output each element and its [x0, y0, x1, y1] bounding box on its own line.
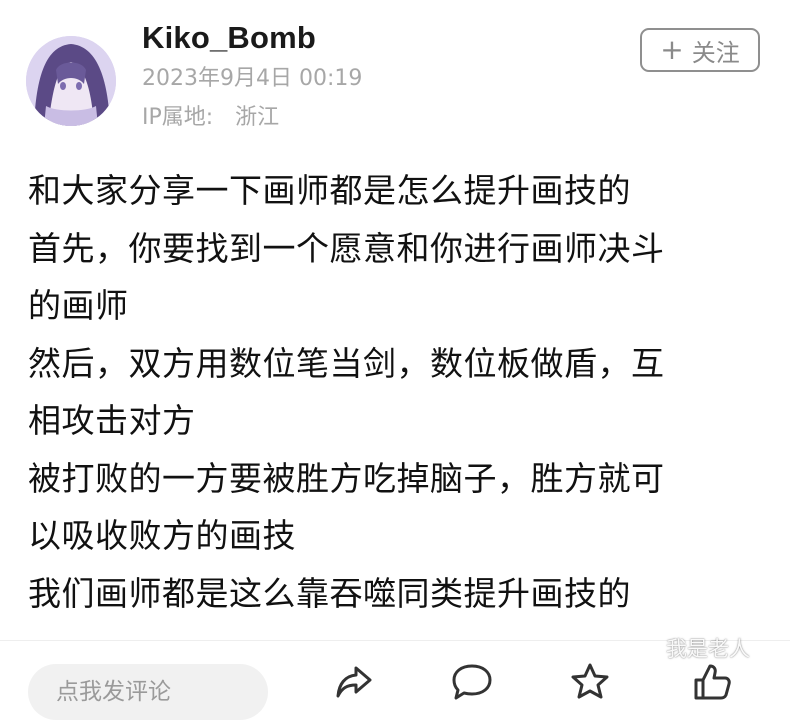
follow-button[interactable]: + 关注 — [640, 28, 760, 72]
post-line: 被打败的一方要被胜方吃掉脑子，胜方就可 — [28, 458, 665, 498]
share-icon[interactable] — [332, 660, 376, 704]
post-line: 的画师 — [28, 286, 129, 325]
plus-icon: + — [660, 33, 684, 66]
watermark: 我是老人 — [666, 637, 750, 661]
post-line: 和大家分享一下画师都是怎么提升画技的 — [28, 171, 631, 210]
post-line: 然后，双方用数位笔当剑，数位板做盾，互 — [28, 343, 665, 383]
post-line: 以吸收败方的画技 — [28, 516, 296, 555]
post-timestamp: 2023年9月4日 00:19 — [142, 66, 363, 91]
ip-location: IP属地: 浙江 — [142, 103, 279, 133]
follow-button-label: 关注 — [691, 38, 740, 67]
ip-location-label: IP属地: — [142, 105, 214, 130]
like-icon[interactable] — [690, 660, 734, 704]
post-content: 和大家分享一下画师都是怎么提升画技的 首先，你要找到一个愿意和你进行画师决斗 的… — [28, 162, 768, 622]
author-username[interactable]: Kiko_Bomb — [142, 18, 316, 58]
post-line: 首先，你要找到一个愿意和你进行画师决斗 — [28, 228, 665, 268]
post-line: 我们画师都是这么靠吞噬同类提升画技的 — [28, 573, 631, 613]
post-line: 相攻击对方 — [28, 401, 196, 440]
comment-input[interactable]: 点我发评论 — [28, 664, 268, 720]
avatar[interactable] — [26, 36, 116, 126]
avatar-anime-girl-icon — [26, 36, 116, 126]
ip-location-value: 浙江 — [235, 105, 280, 130]
comment-icon[interactable] — [450, 660, 494, 704]
star-icon[interactable] — [568, 660, 612, 704]
weibo-post: Kiko_Bomb 2023年9月4日 00:19 IP属地: 浙江 + 关注 和… — [0, 0, 790, 720]
